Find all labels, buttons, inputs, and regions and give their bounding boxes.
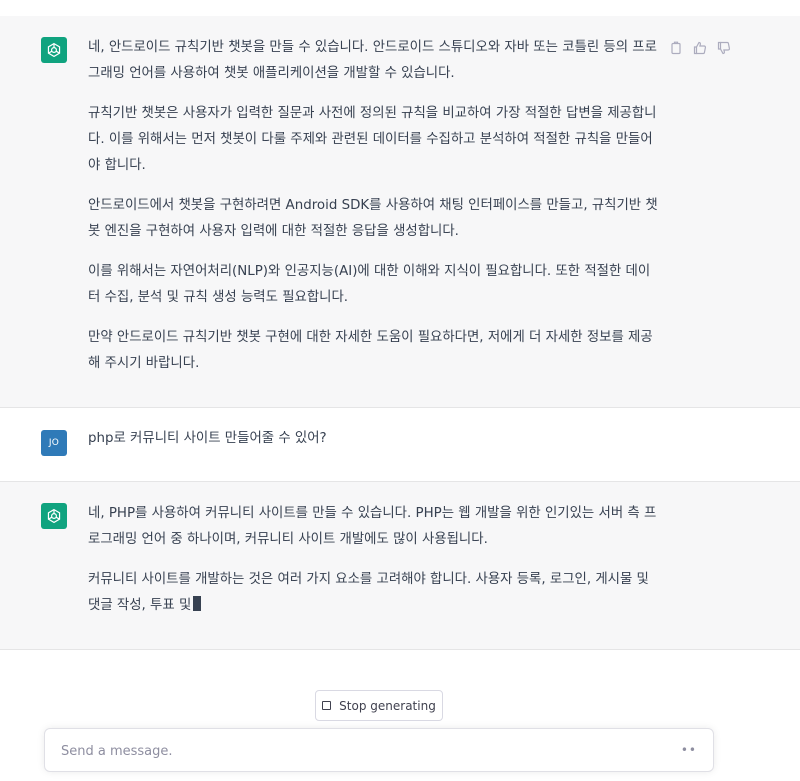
message-paragraph: 커뮤니티 사이트를 개발하는 것은 여러 가지 요소를 고려해야 합니다. 사용… bbox=[88, 567, 660, 619]
user-message: JO php로 커뮤니티 사이트 만들어줄 수 있어? bbox=[0, 408, 800, 482]
message-paragraph: 이를 위해서는 자연어처리(NLP)와 인공지능(AI)에 대한 이해와 지식이… bbox=[88, 264, 651, 305]
typing-cursor bbox=[193, 596, 202, 611]
assistant-message-text: 네, 안드로이드 규칙기반 챗봇을 만들 수 있습니다. 안드로이드 스튜디오와… bbox=[88, 35, 660, 377]
assistant-message: 네, 안드로이드 규칙기반 챗봇을 만들 수 있습니다. 안드로이드 스튜디오와… bbox=[0, 16, 800, 408]
message-paragraph: 네, 안드로이드 규칙기반 챗봇을 만들 수 있습니다. 안드로이드 스튜디오와… bbox=[88, 40, 657, 81]
user-avatar: JO bbox=[41, 430, 67, 456]
message-paragraph: 규칙기반 챗봇은 사용자가 입력한 질문과 사전에 정의된 규칙을 비교하여 가… bbox=[88, 106, 657, 173]
message-paragraph: 네, PHP를 사용하여 커뮤니티 사이트를 만들 수 있습니다. PHP는 웹… bbox=[88, 506, 657, 547]
top-strip bbox=[0, 0, 800, 17]
message-paragraph-text: 커뮤니티 사이트를 개발하는 것은 여러 가지 요소를 고려해야 합니다. 사용… bbox=[88, 572, 649, 613]
stop-icon bbox=[322, 701, 332, 710]
thumbs-up-icon[interactable] bbox=[692, 40, 708, 56]
openai-logo-icon bbox=[47, 42, 61, 58]
message-composer: •• bbox=[44, 728, 714, 773]
assistant-avatar bbox=[41, 37, 67, 63]
message-paragraph: 안드로이드에서 챗봇을 구현하려면 Android SDK를 사용하여 채팅 인… bbox=[88, 198, 658, 239]
assistant-message-streaming: 네, PHP를 사용하여 커뮤니티 사이트를 만들 수 있습니다. PHP는 웹… bbox=[0, 482, 800, 650]
assistant-message-text: 네, PHP를 사용하여 커뮤니티 사이트를 만들 수 있습니다. PHP는 웹… bbox=[88, 501, 660, 619]
stop-generating-button[interactable]: Stop generating bbox=[315, 690, 443, 721]
stop-generating-label: Stop generating bbox=[339, 698, 436, 713]
loading-dots-icon: •• bbox=[680, 743, 697, 757]
openai-logo-icon bbox=[47, 508, 61, 524]
message-input[interactable] bbox=[59, 729, 663, 773]
user-message-text: php로 커뮤니티 사이트 만들어줄 수 있어? bbox=[88, 431, 327, 446]
message-actions bbox=[668, 40, 732, 56]
assistant-avatar bbox=[41, 503, 67, 529]
thumbs-down-icon[interactable] bbox=[716, 40, 732, 56]
copy-icon[interactable] bbox=[668, 40, 684, 56]
message-paragraph: 만약 안드로이드 규칙기반 챗봇 구현에 대한 자세한 도움이 필요하다면, 저… bbox=[88, 330, 653, 371]
